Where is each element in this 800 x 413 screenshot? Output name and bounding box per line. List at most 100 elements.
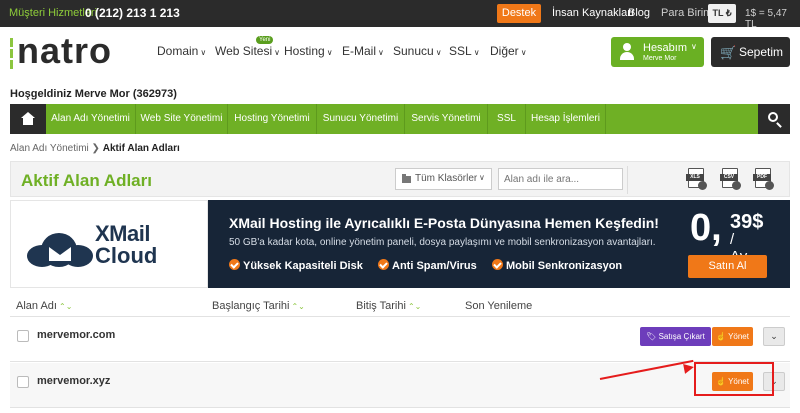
chevron-down-icon: ∨ [378,48,384,57]
nav-label: SSL [449,44,472,58]
sort-icon[interactable]: ⌃⌄ [408,302,421,311]
breadcrumb-current: Aktif Alan Adları [102,143,180,154]
blog-link[interactable]: Blog [628,7,650,19]
download-arrow-icon [765,181,774,190]
feature-disk: Yüksek Kapasiteli Disk [229,259,363,272]
sell-label: Satışa Çıkart [658,332,705,341]
account-button[interactable]: Hesabım Merve Mor ∨ [611,37,704,67]
nav-label: Domain [157,44,199,58]
feature-label: Mobil Senkronizasyon [506,260,623,272]
row-checkbox[interactable] [17,376,29,388]
tag-icon: 🏷 [646,332,659,341]
customer-service-phone[interactable]: 0 (212) 213 1 213 [85,6,180,20]
nav-label: Hosting [284,44,325,58]
home-icon [21,112,35,125]
feature-label: Anti Spam/Virus [392,260,477,272]
nav-domain[interactable]: Domain ∨ [157,44,206,58]
chevron-down-icon: ∨ [274,48,280,57]
sell-button[interactable]: 🏷 Satışa Çıkart [640,327,711,346]
account-name: Merve Mor [643,55,677,62]
user-icon [620,43,634,60]
breadcrumb-parent[interactable]: Alan Adı Yönetimi [10,143,89,154]
column-label: Başlangıç Tarihi [212,300,290,312]
customer-service-label: Müşteri Hizmetleri [9,7,98,19]
nav-diger[interactable]: Diğer ∨ [490,44,527,58]
nav-web-sitesi[interactable]: Web Sitesi ∨ [215,44,280,58]
chevron-down-icon: ∨ [326,48,333,57]
currency-label: Para Birimi [661,7,715,19]
nav-email[interactable]: E-Mail ∨ [342,44,384,58]
page-title: Aktif Alan Adları [21,171,152,190]
domain-name[interactable]: mervemor.xyz [37,375,110,387]
nav-service-management[interactable]: Servis Yönetimi [405,104,488,134]
download-arrow-icon [698,181,707,190]
folder-select[interactable]: Tüm Klasörler ∨ [395,168,492,190]
chevron-right-icon: ❯ [91,143,103,154]
domain-name[interactable]: mervemor.com [37,329,115,341]
domain-search-input[interactable] [498,168,623,190]
export-xls-button[interactable]: XLS [686,168,708,192]
account-title: Hesabım [643,42,688,54]
manage-button[interactable]: ☝ Yönet [712,327,753,346]
support-button[interactable]: Destek [497,4,541,23]
feature-mobile-sync: Mobil Senkronizasyon [492,259,622,272]
check-circle-icon [378,259,389,270]
nav-ssl-management[interactable]: SSL [488,104,526,134]
expand-row-button[interactable]: ⌄ [763,327,785,346]
nav-sunucu[interactable]: Sunucu ∨ [393,44,442,58]
nav-label: Diğer [490,44,519,58]
logo-bars-icon [10,38,13,71]
currency-value: TL [712,8,724,18]
column-domain[interactable]: Alan Adı ⌃⌄ [16,300,72,312]
nav-search-button[interactable] [758,104,790,134]
new-badge: Yeni [256,36,274,44]
column-start-date[interactable]: Başlangıç Tarihi ⌃⌄ [212,300,305,312]
check-circle-icon [492,259,503,270]
nav-website-management[interactable]: Web Site Yönetimi [136,104,228,134]
export-csv-button[interactable]: CSV [720,168,742,192]
cart-label: Sepetim [739,45,784,59]
nav-hosting-management[interactable]: Hosting Yönetimi [228,104,317,134]
column-label: Bitiş Tarihi [356,300,406,312]
cloud-mail-icon [27,229,93,269]
check-circle-icon [229,259,240,270]
download-arrow-icon [732,181,741,190]
nav-server-management[interactable]: Sunucu Yönetimi [317,104,405,134]
nav-label: E-Mail [342,44,377,58]
column-label: Alan Adı [16,300,57,312]
feature-label: Yüksek Kapasiteli Disk [243,260,363,272]
column-last-renewal: Son Yenileme [465,300,533,312]
export-pdf-button[interactable]: PDF [753,168,775,192]
nav-domain-management[interactable]: Alan Adı Yönetimi [46,104,136,134]
table-row: mervemor.com 🏷 Satışa Çıkart ☝ Yönet ⌄ [10,317,790,362]
xmail-promo-banner[interactable]: XMail Cloud XMail Hosting ile Ayrıcalıkl… [10,200,790,288]
nav-label: Web Sitesi [215,44,273,58]
feature-antispam: Anti Spam/Virus [378,259,477,272]
buy-button[interactable]: Satın Al [688,255,767,278]
folder-select-value: Tüm Klasörler [415,173,478,184]
pointer-icon: ☝ [716,332,729,341]
cart-button[interactable]: 🛒 Sepetim [711,37,790,67]
sort-icon[interactable]: ⌃⌄ [291,302,304,311]
welcome-text: Hoşgeldiniz Merve Mor (362973) [10,88,177,100]
column-end-date[interactable]: Bitiş Tarihi ⌃⌄ [356,300,421,312]
currency-toggle[interactable]: TL ₺ [708,4,736,23]
row-checkbox[interactable] [17,330,29,342]
chevron-down-icon: ∨ [473,48,480,57]
xmail-cloud-logo: XMail Cloud [25,213,195,277]
nav-ssl[interactable]: SSL ∨ [449,44,480,58]
chevron-down-icon: ∨ [691,42,697,51]
logo-cloud-text: Cloud [95,243,158,268]
nav-account-operations[interactable]: Hesap İşlemleri [526,104,606,134]
logo-text: natro [17,30,112,71]
folder-icon [402,174,411,183]
home-button[interactable] [10,104,46,134]
sort-icon[interactable]: ⌃⌄ [59,302,72,311]
annotation-highlight-box [694,362,774,396]
hr-link[interactable]: İnsan Kaynakları [552,7,634,19]
chevron-down-icon: ∨ [435,48,442,57]
price-main: 0, [690,207,722,249]
nav-hosting[interactable]: Hosting ∨ [284,44,333,58]
header: natro Domain ∨ Web Sitesi ∨ Hosting ∨ E-Mai… [0,27,800,79]
csv-label: CSV [720,174,738,181]
